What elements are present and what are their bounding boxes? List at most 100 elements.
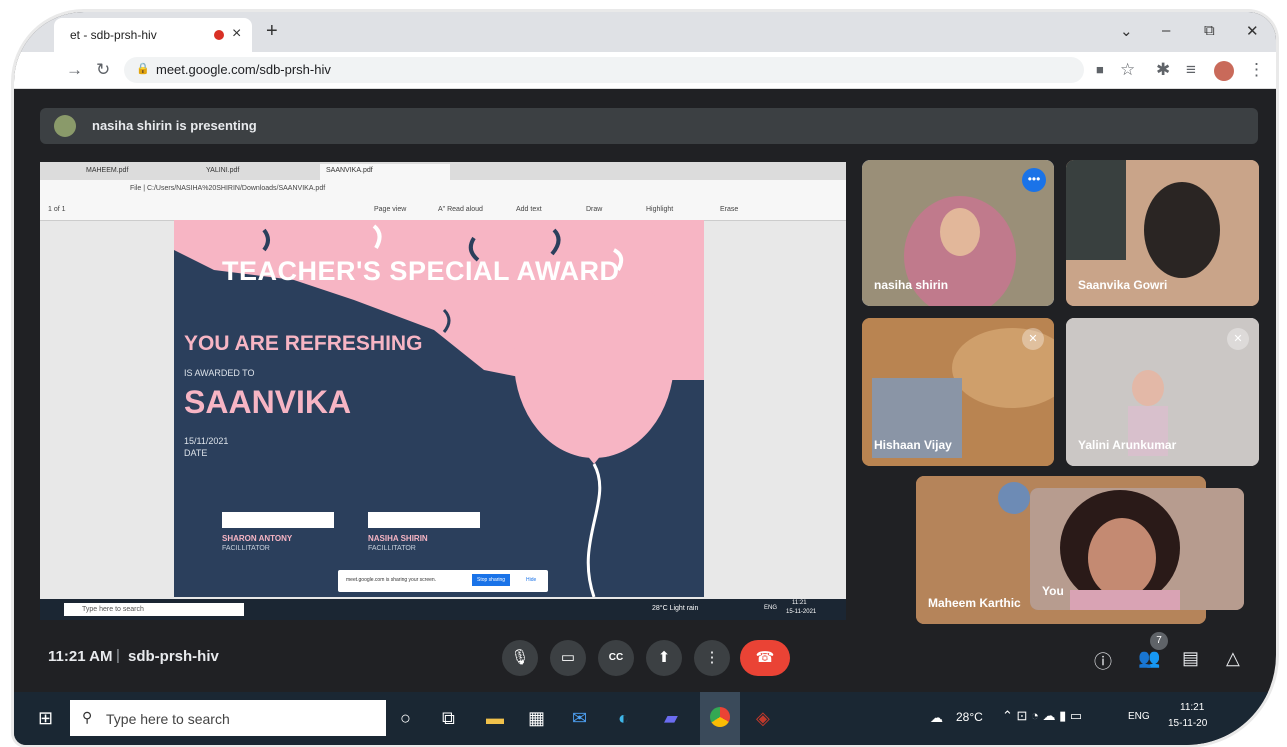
windows-start-icon[interactable]: ⊞	[38, 708, 53, 729]
participant-name: Hishaan Vijay	[874, 438, 952, 452]
forward-icon[interactable]: →	[66, 60, 83, 80]
pdf-tab-active: SAANVIKA.pdf	[320, 164, 450, 180]
reload-icon[interactable]: ↻	[96, 60, 110, 80]
more-options-button[interactable]: ⋮	[694, 640, 730, 676]
camera-button[interactable]: ▭	[550, 640, 586, 676]
tab-search-icon[interactable]: ⌄	[1120, 22, 1133, 40]
mcafee-icon[interactable]: ◈	[756, 708, 770, 729]
media-control-icon[interactable]: ≡	[1186, 60, 1196, 80]
pdf-tool: Erase	[720, 206, 739, 213]
tab-title: et - sdb-prsh-hiv	[70, 28, 157, 42]
participant-name: You	[1042, 584, 1064, 598]
search-icon: ⚲	[82, 709, 93, 725]
chat-icon[interactable]: ▤	[1182, 648, 1199, 669]
more-menu-icon[interactable]: ⋮	[1248, 60, 1265, 80]
awarded-to-label: IS AWARDED TO	[184, 368, 255, 378]
pdf-tool: A" Read aloud	[438, 206, 483, 213]
meeting-time: 11:21 AM	[48, 648, 113, 665]
search-placeholder: Type here to search	[106, 711, 230, 727]
language-indicator[interactable]: ENG	[1128, 711, 1150, 722]
captions-button[interactable]: CC	[598, 640, 634, 676]
task-view-icon[interactable]: ⧉	[442, 708, 455, 729]
store-icon[interactable]: ▦	[528, 708, 545, 729]
presenter-avatar	[54, 115, 76, 137]
browser-tab[interactable]: et - sdb-prsh-hiv ×	[54, 18, 252, 52]
activities-icon[interactable]: △	[1226, 648, 1240, 669]
mail-icon[interactable]: ✉	[572, 708, 587, 729]
participant-tile-nasiha[interactable]: ••• nasiha shirin	[862, 160, 1054, 306]
people-icon[interactable]: 👥	[1138, 648, 1160, 669]
mic-button[interactable]: 🎙	[502, 640, 538, 676]
camera-indicator-icon[interactable]: ■	[1096, 62, 1104, 77]
shared-lang: ENG	[764, 605, 778, 611]
self-view-tile[interactable]: You	[1030, 488, 1244, 610]
more-options-icon[interactable]: •••	[1022, 168, 1046, 192]
restore-button[interactable]: ⧉	[1204, 22, 1215, 39]
people-count-badge: 7	[1150, 632, 1168, 650]
meeting-controls-bar: 11:21 AM | sdb-prsh-hiv 🎙 ▭ CC ⬆ ⋮ ☎ ⓘ 👥…	[14, 628, 1276, 692]
weather-icon: ☁	[930, 710, 943, 725]
chrome-taskbar-button[interactable]	[700, 692, 740, 745]
date-label: DATE	[184, 448, 208, 458]
participant-tile-hishaan[interactable]: ✕ Hishaan Vijay	[862, 318, 1054, 466]
shared-screen: MAHEEM.pdf YALINI.pdf SAANVIKA.pdf File …	[40, 162, 846, 620]
shared-taskbar: Type here to search 28°C Light rain ENG …	[40, 599, 846, 620]
participant-name: Saanvika Gowri	[1078, 278, 1168, 292]
end-call-button[interactable]: ☎	[740, 640, 790, 676]
shared-time: 11:21	[792, 600, 807, 606]
omnibox[interactable]: 🔒 meet.google.com/sdb-prsh-hiv	[124, 57, 1084, 83]
present-button[interactable]: ⬆	[646, 640, 682, 676]
close-window-button[interactable]: ✕	[1246, 22, 1259, 40]
awardee-name: SAANVIKA	[184, 384, 352, 420]
pdf-tool: Highlight	[646, 206, 674, 213]
weather-temp: 28°C	[956, 710, 983, 724]
pdf-tab: YALINI.pdf	[206, 167, 240, 174]
shared-weather: 28°C Light rain	[652, 605, 699, 612]
pdf-viewer-address: File | C:/Users/NASIHA%20SHIRIN/Download…	[40, 180, 846, 200]
extensions-icon[interactable]: ✱	[1156, 60, 1170, 80]
signature-line	[368, 512, 480, 528]
award-date: 15/11/2021	[184, 436, 229, 446]
hide-button: Hide	[526, 577, 537, 583]
info-icon[interactable]: ⓘ	[1094, 648, 1112, 674]
meeting-code: sdb-prsh-hiv	[128, 648, 219, 665]
new-tab-button[interactable]: +	[266, 20, 278, 43]
pdf-tool: Page view	[374, 206, 407, 213]
participant-name: Yalini Arunkumar	[1078, 438, 1177, 452]
profile-avatar[interactable]	[1214, 61, 1234, 81]
participant-tile-saanvika[interactable]: Saanvika Gowri	[1066, 160, 1259, 306]
windows-taskbar: ⊞ ⚲ Type here to search ○ ⧉ ▬ ▦ ✉ ◐ ▰ ◈ …	[14, 692, 1276, 745]
taskbar-search-box[interactable]: ⚲ Type here to search	[70, 700, 386, 736]
screen-frame: et - sdb-prsh-hiv × + ⌄ – ⧉ ✕ → ↻ 🔒 meet…	[14, 12, 1276, 745]
minimize-button[interactable]: –	[1162, 22, 1170, 39]
file-explorer-icon[interactable]: ▬	[486, 708, 504, 729]
app-icon[interactable]: ▰	[664, 708, 678, 729]
clock-time[interactable]: 11:21	[1180, 702, 1204, 713]
pdf-tool: Draw	[586, 206, 603, 213]
signature-line	[222, 512, 334, 528]
participant-name: nasiha shirin	[874, 278, 949, 292]
chrome-icon	[710, 707, 730, 727]
edge-icon[interactable]: ◐	[618, 708, 629, 729]
shared-date: 15-11-2021	[786, 609, 817, 615]
shared-search-box: Type here to search	[64, 603, 244, 616]
mic-off-icon: ✕	[1227, 328, 1249, 350]
url-text: meet.google.com/sdb-prsh-hiv	[156, 62, 331, 77]
address-bar-row: → ↻ 🔒 meet.google.com/sdb-prsh-hiv ■ ☆ ✱…	[14, 52, 1276, 89]
recording-icon	[214, 30, 224, 40]
tray-icons[interactable]: ⌃ ⊡ ◔ ☁ ▮ ▭	[1002, 708, 1082, 724]
tab-close-icon[interactable]: ×	[232, 25, 241, 43]
cortana-icon[interactable]: ○	[400, 708, 411, 729]
certificate-title: TEACHER'S SPECIAL AWARD	[222, 256, 620, 286]
separator: |	[116, 647, 120, 664]
participant-tile-yalini[interactable]: ✕ Yalini Arunkumar	[1066, 318, 1259, 466]
clock-date[interactable]: 15-11-20	[1168, 718, 1207, 729]
participant-name: Maheem Karthic	[928, 596, 1021, 610]
pdf-page-indicator: 1 of 1	[48, 206, 66, 213]
award-certificate: TEACHER'S SPECIAL AWARD YOU ARE REFRESHI…	[174, 220, 704, 597]
browser-tab-bar: et - sdb-prsh-hiv × + ⌄ – ⧉ ✕	[14, 12, 1276, 52]
signer-role: FACILLITATOR	[368, 545, 416, 552]
bookmark-star-icon[interactable]: ☆	[1120, 60, 1135, 80]
pdf-toolbar: 1 of 1 Page view A" Read aloud Add text …	[40, 200, 846, 221]
stop-sharing-button: Stop sharing	[472, 574, 511, 586]
